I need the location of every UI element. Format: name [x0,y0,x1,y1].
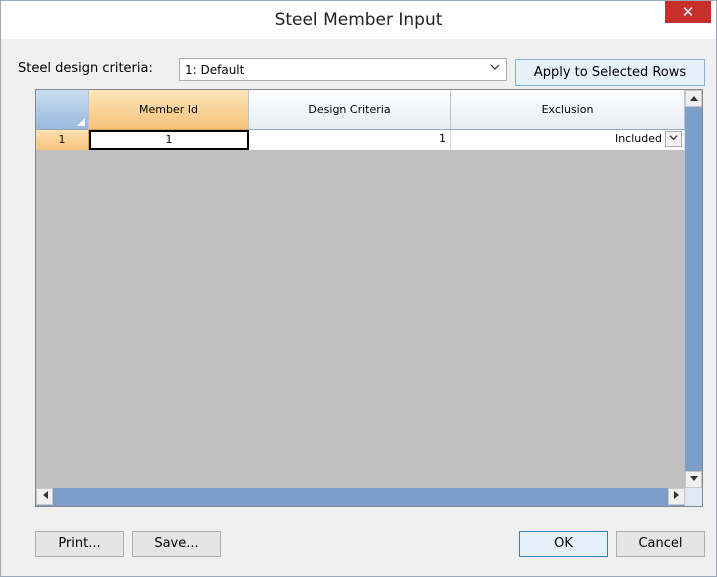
chevron-down-icon [669,135,678,141]
cancel-button[interactable]: Cancel [616,531,705,557]
design-criteria-select[interactable]: 1: Default [179,58,507,81]
exclusion-dropdown-button[interactable] [665,131,682,147]
select-all-corner[interactable] [36,90,89,130]
criteria-label: Steel design criteria: [18,61,153,76]
chevron-down-icon [490,61,500,75]
member-grid: Member Id Design Criteria Exclusion 1 1 … [35,89,703,507]
window-title: Steel Member Input [274,10,443,30]
design-criteria-value: 1: Default [185,63,245,77]
close-button[interactable]: ✕ [665,1,711,23]
arrow-right-icon [673,491,679,499]
steel-member-input-dialog: Steel Member Input ✕ Steel design criter… [0,0,717,577]
column-header-design-criteria[interactable]: Design Criteria [249,90,451,130]
print-button[interactable]: Print... [35,531,124,557]
apply-to-selected-rows-button[interactable]: Apply to Selected Rows [515,59,705,86]
save-button[interactable]: Save... [132,531,221,557]
scroll-corner [685,488,702,506]
title-bar: Steel Member Input ✕ [1,1,716,39]
arrow-down-icon [689,476,698,481]
scroll-right-button[interactable] [668,488,685,505]
scroll-up-button[interactable] [685,90,702,107]
horizontal-scrollbar[interactable] [36,488,685,506]
column-header-member-id[interactable]: Member Id [89,90,249,130]
member-id-cell[interactable]: 1 [89,130,249,150]
ok-button[interactable]: OK [519,531,608,557]
exclusion-value: Included [614,132,662,145]
exclusion-cell[interactable]: Included [451,130,685,150]
row-header[interactable]: 1 [36,130,89,150]
column-header-exclusion[interactable]: Exclusion [451,90,685,130]
scroll-down-button[interactable] [685,471,702,488]
design-criteria-cell[interactable]: 1 [249,130,451,150]
arrow-up-icon [689,96,698,101]
close-icon: ✕ [681,3,695,21]
vertical-scrollbar[interactable] [685,90,702,488]
scroll-left-button[interactable] [36,488,53,505]
arrow-left-icon [42,491,48,499]
corner-triangle-icon [77,118,85,126]
